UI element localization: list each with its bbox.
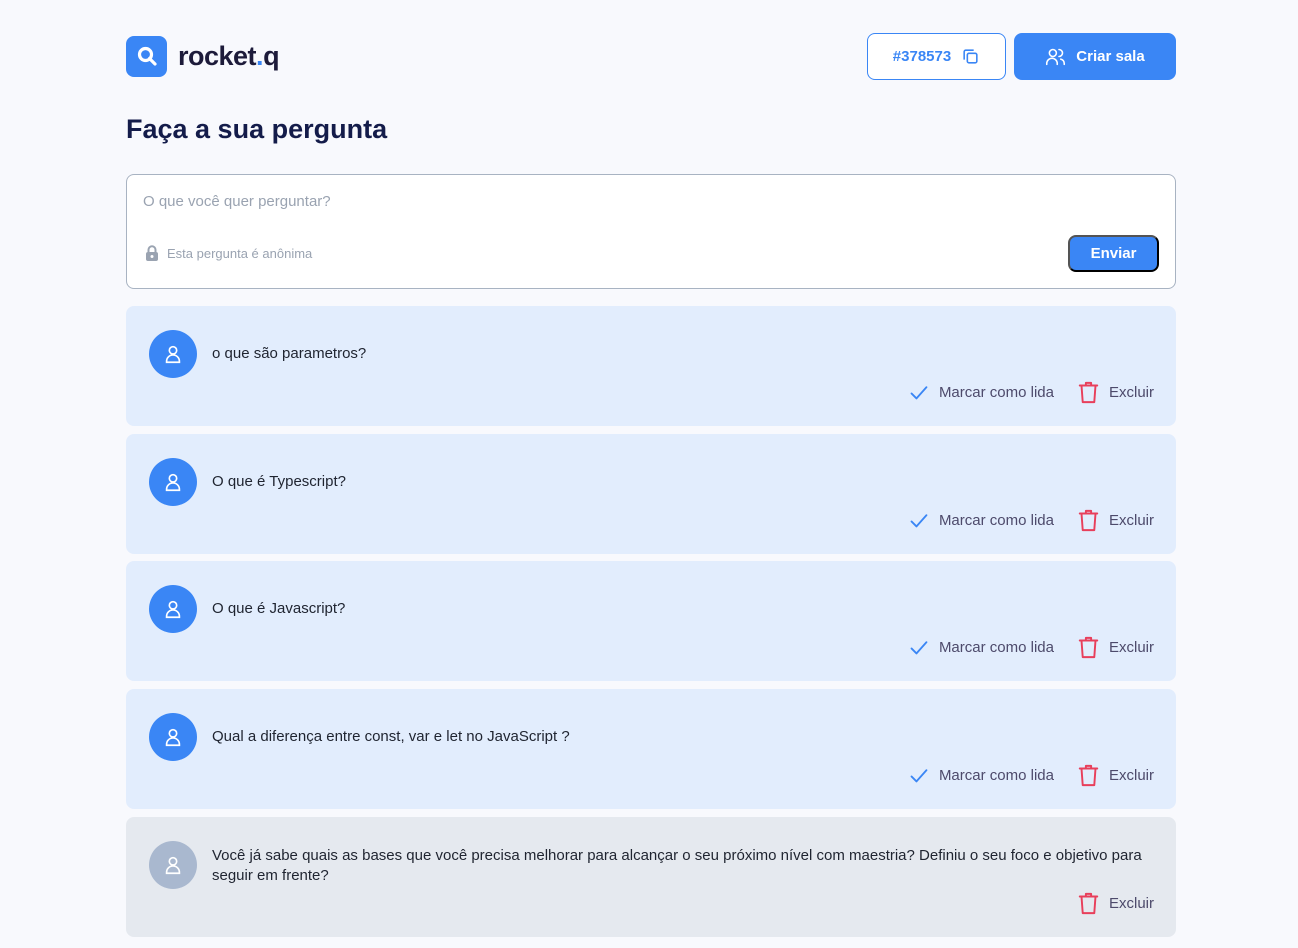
logo-icon [126,35,167,77]
lock-icon [146,245,158,261]
create-room-label: Criar sala [1076,47,1145,65]
avatar [149,713,197,761]
avatar [149,585,197,633]
delete-label: Excluir [1108,384,1154,401]
question-input[interactable]: O que você quer perguntar? [143,193,331,210]
question-card: O que é Typescript? Marcar como lida Exc… [126,434,1176,554]
page-title: Faça a sua pergunta [126,114,388,144]
trash-icon [1078,892,1099,915]
send-question-button[interactable]: Enviar [1068,235,1159,272]
user-icon [165,345,181,364]
user-icon [165,600,181,619]
question-form: O que você quer perguntar? Esta pergunta… [126,174,1176,289]
create-room-button[interactable]: Criar sala [1014,32,1176,80]
logo-suffix: q [263,40,280,71]
logo-text: rocket.q [178,40,280,72]
copy-room-code-button[interactable]: #378573 [867,32,1006,80]
question-actions: Marcar como lida Excluir [909,636,1154,659]
trash-icon [1078,509,1099,532]
question-actions: Excluir [1078,892,1154,915]
delete-label: Excluir [1108,767,1154,784]
delete-label: Excluir [1108,512,1154,529]
delete-button[interactable]: Excluir [1078,892,1154,915]
question-text: Qual a diferença entre const, var e let … [212,728,570,745]
question-actions: Marcar como lida Excluir [909,381,1154,404]
question-card: O que é Javascript? Marcar como lida Exc… [126,561,1176,681]
avatar [149,841,197,889]
delete-button[interactable]: Excluir [1078,381,1154,404]
room-code-text: #378573 [892,47,952,65]
check-icon [910,385,928,399]
mark-read-label: Marcar como lida [938,384,1054,401]
question-actions: Marcar como lida Excluir [909,764,1154,787]
logo[interactable]: rocket.q [126,35,280,77]
delete-label: Excluir [1108,895,1154,912]
check-icon [910,768,928,782]
mark-read-button[interactable]: Marcar como lida [909,638,1054,658]
question-actions: Marcar como lida Excluir [909,509,1154,532]
question-text: O que é Typescript? [212,473,346,490]
app-header: rocket.q #378573 Criar sala [126,32,1176,80]
user-icon [165,728,181,747]
question-text: o que são parametros? [212,345,367,362]
trash-icon [1078,381,1099,404]
logo-word: rocket [178,40,257,71]
question-text: Você já sabe quais as bases que você pre… [212,847,1142,884]
mark-read-button[interactable]: Marcar como lida [909,383,1054,403]
avatar [149,458,197,506]
users-icon [1046,48,1066,65]
question-text: O que é Javascript? [212,600,346,617]
anonymous-note: Esta pergunta é anônima [145,245,312,261]
header-actions: #378573 Criar sala [867,32,1176,80]
user-icon [165,856,181,875]
question-card: o que são parametros? Marcar como lida E… [126,306,1176,426]
mark-read-label: Marcar como lida [938,639,1054,656]
mark-read-button[interactable]: Marcar como lida [909,511,1054,531]
user-icon [165,473,181,492]
copy-icon [963,48,978,64]
avatar [149,330,197,378]
check-icon [910,513,928,527]
logo-dot: . [256,40,264,71]
mark-read-button[interactable]: Marcar como lida [909,766,1054,786]
mark-read-label: Marcar como lida [938,767,1054,784]
trash-icon [1078,764,1099,787]
delete-button[interactable]: Excluir [1078,636,1154,659]
trash-icon [1078,636,1099,659]
delete-button[interactable]: Excluir [1078,764,1154,787]
anonymous-note-text: Esta pergunta é anônima [167,245,313,261]
question-card-read: Você já sabe quais as bases que você pre… [126,817,1176,937]
question-card: Qual a diferença entre const, var e let … [126,689,1176,809]
delete-label: Excluir [1108,639,1154,656]
mark-read-label: Marcar como lida [938,512,1054,529]
check-icon [910,640,928,654]
delete-button[interactable]: Excluir [1078,509,1154,532]
